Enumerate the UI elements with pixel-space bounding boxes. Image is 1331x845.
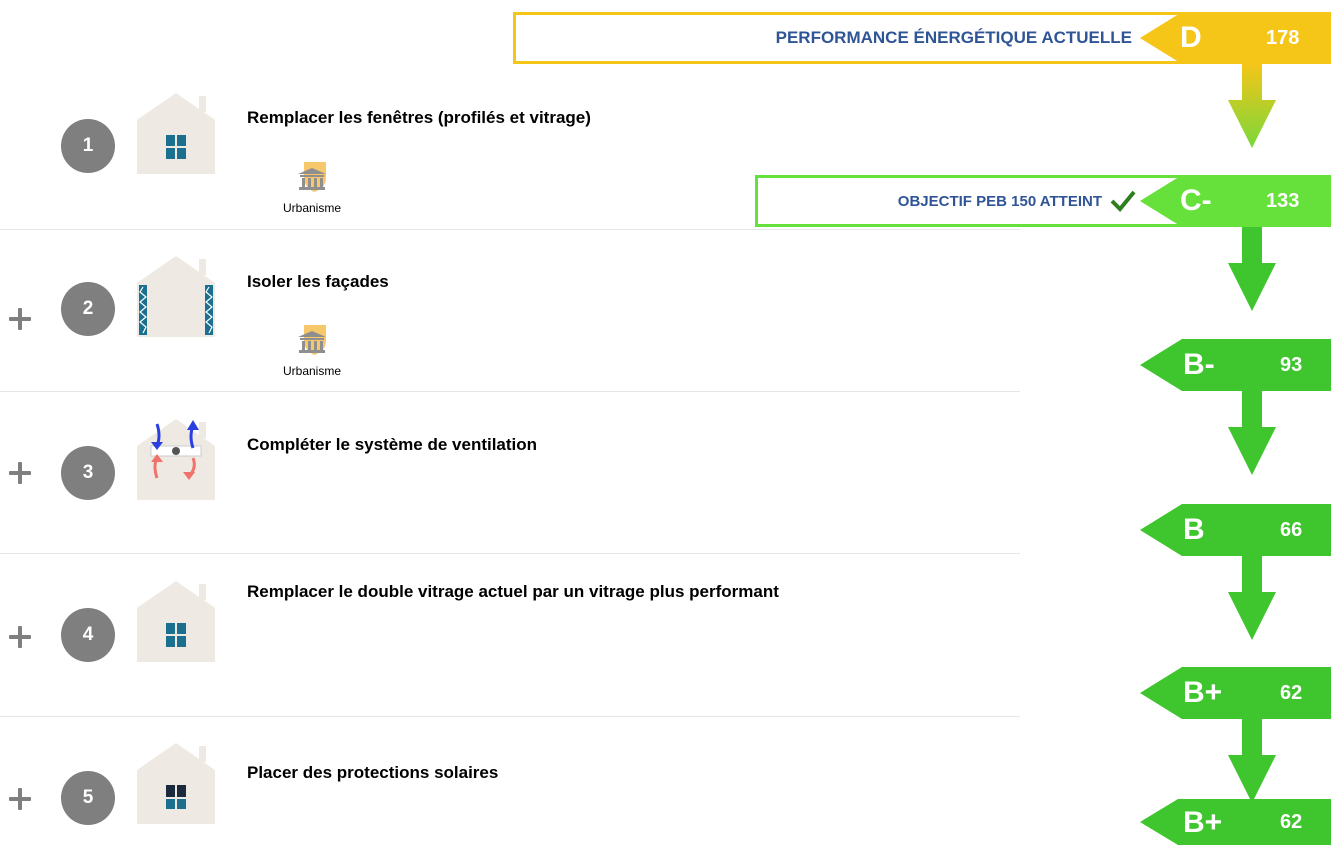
arrow-down-5 bbox=[1228, 719, 1276, 803]
plus-icon bbox=[9, 308, 31, 330]
label-shape-b-plus-2 bbox=[1140, 799, 1331, 845]
step-title-3: Compléter le système de ventilation bbox=[247, 435, 538, 454]
step-title-5: Placer des protections solaires bbox=[247, 763, 499, 782]
target-label-value: 133 bbox=[1266, 190, 1300, 212]
target-label-letter: C- bbox=[1180, 184, 1212, 217]
arrow-down-3 bbox=[1228, 391, 1276, 475]
divider-1 bbox=[0, 229, 1020, 230]
plus-icon bbox=[9, 788, 31, 810]
label-value-b-plus-2: 62 bbox=[1280, 811, 1303, 833]
step-number-1: 1 bbox=[61, 119, 115, 173]
label-shape-b bbox=[1140, 504, 1331, 556]
step-number-4: 4 bbox=[61, 608, 115, 662]
urbanisme-label-1: Urbanisme bbox=[282, 201, 342, 215]
urbanisme-shield-icon bbox=[298, 325, 326, 355]
divider-3 bbox=[0, 553, 1020, 554]
current-label-shape bbox=[1140, 12, 1331, 64]
urbanisme-shield-icon bbox=[298, 162, 326, 192]
label-letter-b-minus: B- bbox=[1183, 348, 1215, 381]
target-band: OBJECTIF PEB 150 ATTEINT bbox=[755, 175, 1205, 227]
current-label-letter: D bbox=[1180, 21, 1202, 54]
arrow-down-4 bbox=[1228, 556, 1276, 640]
urbanisme-badge-1: Urbanisme bbox=[276, 160, 348, 215]
step-title-2: Isoler les façades bbox=[247, 272, 389, 291]
arrow-down-2 bbox=[1228, 227, 1276, 311]
checkmark-icon bbox=[1110, 190, 1136, 212]
urbanisme-label-2: Urbanisme bbox=[282, 364, 342, 378]
current-performance-title: PERFORMANCE ÉNERGÉTIQUE ACTUELLE bbox=[775, 28, 1132, 47]
step-title-4: Remplacer le double vitrage actuel par u… bbox=[247, 582, 779, 601]
label-value-b: 66 bbox=[1280, 519, 1303, 541]
plus-icon bbox=[9, 626, 31, 648]
target-label-shape bbox=[1140, 175, 1331, 227]
step-number-2: 2 bbox=[61, 282, 115, 336]
step-number-3: 3 bbox=[61, 446, 115, 500]
window-house-icon bbox=[137, 93, 215, 174]
step-number-5: 5 bbox=[61, 771, 115, 825]
divider-2 bbox=[0, 391, 1020, 392]
arrow-down-1 bbox=[1228, 64, 1276, 148]
label-value-b-plus-1: 62 bbox=[1280, 682, 1303, 704]
sun-protection-house-icon bbox=[137, 743, 215, 824]
ventilation-house-icon bbox=[137, 419, 215, 500]
plus-icon bbox=[9, 462, 31, 484]
urbanisme-badge-2: Urbanisme bbox=[276, 323, 348, 378]
label-shape-b-plus-1 bbox=[1140, 667, 1331, 719]
label-letter-b-plus-2: B+ bbox=[1183, 806, 1223, 839]
glazing-house-icon bbox=[137, 581, 215, 662]
current-performance-band: PERFORMANCE ÉNERGÉTIQUE ACTUELLE bbox=[513, 12, 1233, 64]
label-value-b-minus: 93 bbox=[1280, 354, 1303, 376]
current-label-value: 178 bbox=[1266, 27, 1300, 49]
divider-4 bbox=[0, 716, 1020, 717]
step-title-1: Remplacer les fenêtres (profilés et vitr… bbox=[247, 108, 591, 127]
facade-insulation-house-icon bbox=[137, 256, 215, 337]
label-shape-b-minus bbox=[1140, 339, 1331, 391]
label-letter-b: B bbox=[1183, 513, 1205, 546]
label-letter-b-plus-1: B+ bbox=[1183, 676, 1223, 709]
target-title: OBJECTIF PEB 150 ATTEINT bbox=[897, 192, 1102, 210]
